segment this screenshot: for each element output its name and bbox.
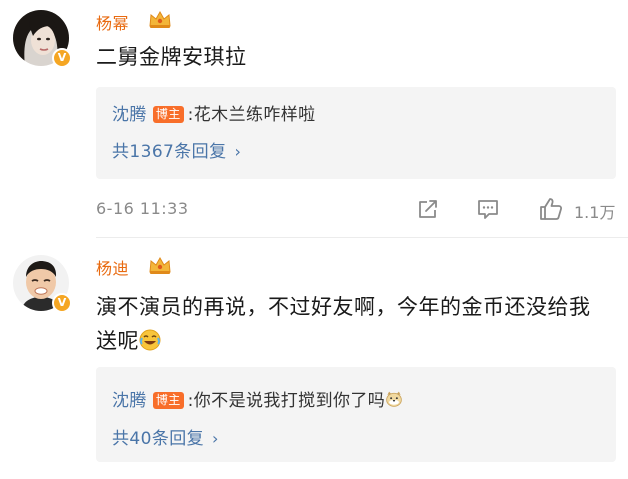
chevron-right-icon: › [212,429,219,448]
like-icon[interactable] [538,196,564,222]
avatar[interactable]: V [13,255,72,313]
comment-icon[interactable] [475,196,501,222]
comment-text: 二舅金牌安琪拉 [96,45,247,69]
reply-text: 你不是说我打搅到你了吗 [193,391,386,411]
more-replies-link[interactable]: 共40条回复 › [112,424,219,449]
more-replies-label: 共1367条回复 [112,142,227,162]
laughing-tears-emoji-icon [139,329,161,351]
verified-badge-icon: V [52,48,72,68]
verified-badge-icon: V [52,293,72,313]
comment-item: V 杨幂 二舅金牌安琪拉 沈腾 博主:花木兰练咋样啦 共1367条回复 › 6-16… [0,0,628,238]
reply-author[interactable]: 沈腾 [112,391,147,411]
like-count: 1.1万 [574,203,616,222]
comment-text-block: 演不演员的再说，不过好友啊，今年的金币还没给我送呢 [96,290,608,358]
crown-icon [149,10,171,28]
more-replies-link[interactable]: 共1367条回复 › [112,137,241,162]
more-replies-label: 共40条回复 [112,429,205,449]
reply-box[interactable]: 沈腾 博主:你不是说我打搅到你了吗 共40条回复 › [96,367,616,462]
comment-feed: V 杨幂 二舅金牌安琪拉 沈腾 博主:花木兰练咋样啦 共1367条回复 › 6-16… [0,0,628,479]
timestamp: 6-16 11:33 [96,199,189,218]
comment-item: V 杨迪 演不演员的再说，不过好友啊，今年的金币还没给我送呢 沈腾 博主:你不是说… [0,238,628,479]
reply-line: 沈腾 博主:花木兰练咋样啦 [112,100,316,125]
reply-box[interactable]: 沈腾 博主:花木兰练咋样啦 共1367条回复 › [96,87,616,179]
reply-text: 花木兰练咋样啦 [193,105,316,125]
comment-text: 演不演员的再说，不过好友啊，今年的金币还没给我送呢 [96,295,591,353]
doge-emoji-icon [386,391,402,407]
share-icon[interactable] [415,196,441,222]
crown-icon [149,256,171,274]
username[interactable]: 杨幂 [96,10,129,34]
username[interactable]: 杨迪 [96,255,129,279]
chevron-right-icon: › [234,142,242,161]
reply-line: 沈腾 博主:你不是说我打搅到你了吗 [112,386,403,411]
blogger-tag: 博主 [152,106,184,123]
reply-author[interactable]: 沈腾 [112,105,147,125]
comment-meta-row: 6-16 11:33 1.1万 [96,196,616,222]
avatar[interactable]: V [13,10,72,68]
blogger-tag: 博主 [152,392,184,409]
